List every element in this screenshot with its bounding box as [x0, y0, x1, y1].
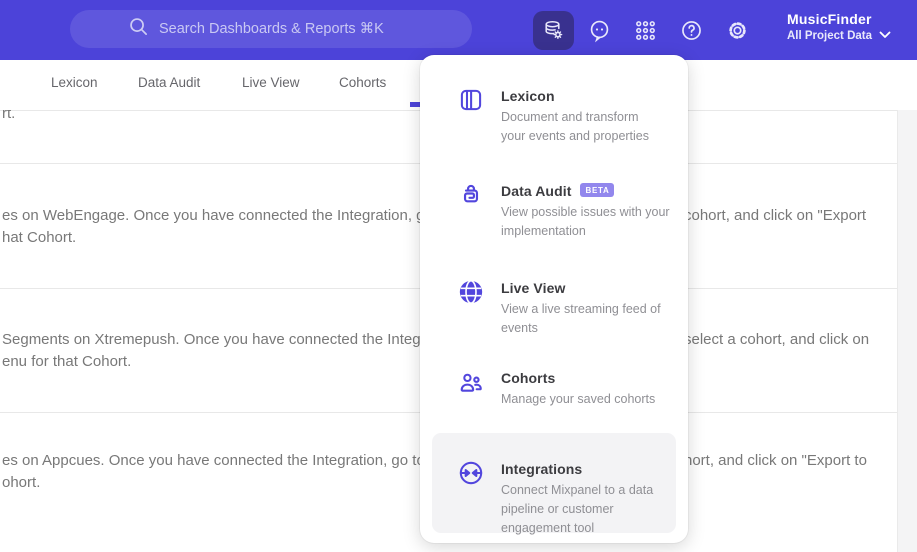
- menu-item-description: View a live streaming feed of events: [501, 302, 661, 335]
- settings-button[interactable]: [714, 0, 760, 60]
- menu-item-integrations[interactable]: Integrations Connect Mixpanel to a data …: [432, 433, 676, 535]
- menu-item-title: Data Audit: [501, 183, 572, 199]
- scrollbar-gutter[interactable]: [897, 110, 917, 552]
- header-icon-group: [530, 0, 760, 60]
- project-name: All Project Data: [787, 30, 872, 42]
- menu-item-integrations-content: Integrations Connect Mixpanel to a data …: [458, 460, 668, 538]
- search-input[interactable]: [159, 21, 414, 37]
- content-text-fragment: ohort.: [2, 474, 41, 491]
- data-management-button[interactable]: [530, 0, 576, 60]
- content-text-fragment: es on WebEngage. Once you have connected…: [2, 207, 475, 224]
- menu-item-title: Integrations: [501, 461, 583, 477]
- menu-item-description: Document and transform your events and p…: [501, 110, 650, 143]
- data-management-dropdown: Lexicon Document and transform your even…: [420, 55, 688, 543]
- menu-item-description: View possible issues with your implement…: [501, 205, 670, 238]
- menu-item-description: Manage your saved cohorts: [501, 392, 656, 406]
- database-gear-icon: [541, 18, 565, 42]
- menu-item-lexicon[interactable]: Lexicon Document and transform your even…: [458, 87, 674, 146]
- menu-item-title: Live View: [501, 280, 566, 296]
- menu-item-description: Connect Mixpanel to a data pipeline or c…: [501, 483, 654, 535]
- grid-dots-icon: [633, 18, 658, 43]
- search-icon: [128, 16, 149, 42]
- active-button-background: [532, 10, 574, 50]
- beta-badge: BETA: [580, 183, 615, 197]
- content-text-fragment: es on Appcues. Once you have connected t…: [2, 452, 467, 469]
- content-text-fragment: hat Cohort.: [2, 229, 77, 246]
- menu-item-title: Lexicon: [501, 88, 555, 104]
- menu-item-live-view[interactable]: Live View View a live streaming feed of …: [458, 279, 674, 338]
- gear-icon: [725, 18, 750, 43]
- content-text-fragment: Segments on Xtremepush. Once you have co…: [2, 331, 463, 348]
- chevron-down-icon: [879, 26, 891, 44]
- content-text-fragment: cohort, and click on "Export: [684, 207, 867, 224]
- content-text-fragment: hort, and click on "Export to: [684, 452, 867, 469]
- menu-item-data-audit[interactable]: Data Audit BETA View possible issues wit…: [458, 182, 674, 241]
- feedback-button[interactable]: [576, 0, 622, 60]
- live-view-globe-icon: [458, 279, 484, 305]
- org-name: MusicFinder: [787, 11, 872, 27]
- search-bar[interactable]: [70, 10, 472, 48]
- lexicon-book-icon: [458, 87, 484, 113]
- tab-cohorts[interactable]: Cohorts: [339, 75, 386, 90]
- content-text-fragment: enu for that Cohort.: [2, 353, 132, 370]
- tab-data-audit[interactable]: Data Audit: [138, 75, 200, 90]
- data-audit-lock-icon: [458, 182, 484, 208]
- content-text-fragment: select a cohort, and click on: [684, 331, 870, 348]
- tab-lexicon[interactable]: Lexicon: [51, 75, 98, 90]
- menu-item-cohorts[interactable]: Cohorts Manage your saved cohorts: [458, 369, 674, 409]
- top-header: MusicFinder All Project Data: [0, 0, 917, 60]
- app-screen: rt. es on WebEngage. Once you have conne…: [0, 0, 917, 552]
- menu-item-title: Cohorts: [501, 370, 556, 386]
- help-button[interactable]: [668, 0, 714, 60]
- project-switcher[interactable]: MusicFinder All Project Data: [787, 11, 872, 42]
- tab-live-view[interactable]: Live View: [242, 75, 300, 90]
- integrations-arrows-icon: [458, 460, 484, 486]
- question-mark-icon: [679, 18, 704, 43]
- chat-smiley-icon: [587, 18, 612, 43]
- cohorts-people-icon: [458, 369, 484, 395]
- apps-grid-button[interactable]: [622, 0, 668, 60]
